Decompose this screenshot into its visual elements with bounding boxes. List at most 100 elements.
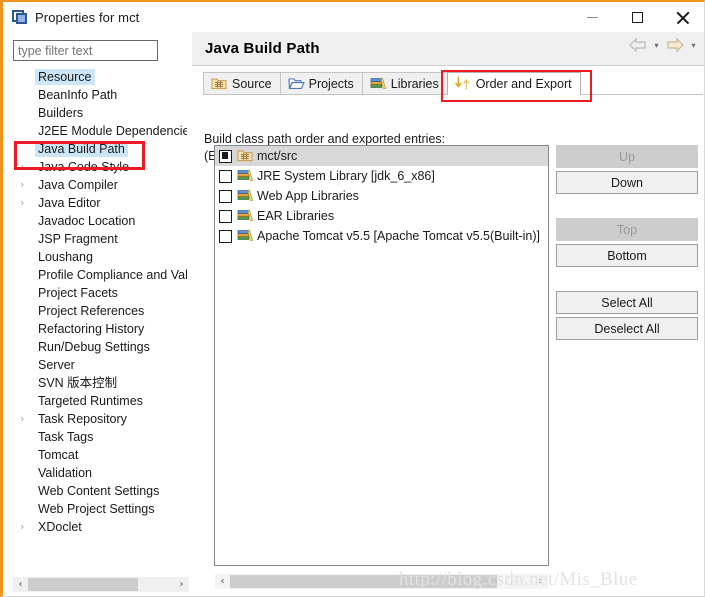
close-icon[interactable]: [660, 2, 704, 32]
package-folder-icon: [211, 76, 227, 92]
select-all-button[interactable]: Select All: [556, 291, 698, 314]
window-title: Properties for mct: [35, 9, 140, 25]
classpath-entry-row[interactable]: Web App Libraries: [215, 186, 548, 206]
tab-projects[interactable]: Projects: [279, 72, 363, 95]
sidebar-item-label: Web Project Settings: [38, 502, 155, 516]
order-buttons-column: Up Down Top Bottom Select All Deselect All: [556, 145, 698, 343]
sidebar-item-builders[interactable]: Builders: [3, 104, 189, 122]
sidebar-item-label: Server: [38, 358, 75, 372]
list-scroll-left-arrow-icon[interactable]: ‹: [215, 574, 230, 589]
sidebar-item-server[interactable]: Server: [3, 356, 189, 374]
chevron-right-icon[interactable]: ›: [20, 179, 31, 191]
order-arrows-icon: [454, 76, 471, 92]
tab-order-and-export[interactable]: Order and Export: [446, 72, 581, 95]
entry-label: mct/src: [257, 149, 298, 163]
deselect-all-button[interactable]: Deselect All: [556, 317, 698, 340]
sidebar-item-label: Targeted Runtimes: [38, 394, 143, 408]
sidebar-item-label: J2EE Module Dependencies: [38, 124, 187, 138]
classpath-entry-row[interactable]: Apache Tomcat v5.5 [Apache Tomcat v5.5(B…: [215, 226, 548, 246]
entry-export-checkbox[interactable]: [219, 189, 232, 203]
sidebar-item-task-repository[interactable]: › Task Repository: [3, 410, 189, 428]
sidebar-item-label: Project Facets: [38, 286, 118, 300]
sidebar-item-profile-compliance-and-validation[interactable]: Profile Compliance and Validation: [3, 266, 189, 284]
sidebar-item-java-compiler[interactable]: › Java Compiler: [3, 176, 189, 194]
sidebar-item-label: Tomcat: [38, 448, 79, 462]
scroll-left-arrow-icon[interactable]: ‹: [13, 577, 28, 592]
sidebar-item-label: SVN 版本控制: [38, 376, 118, 390]
maximize-button[interactable]: [615, 2, 660, 32]
forward-dropdown-caret-icon[interactable]: ▾: [687, 36, 700, 54]
chevron-right-icon[interactable]: ›: [20, 413, 31, 425]
sidebar-item-label: Builders: [38, 106, 84, 120]
chevron-right-icon[interactable]: ›: [20, 161, 31, 173]
sidebar-item-task-tags[interactable]: Task Tags: [3, 428, 189, 446]
settings-sidebar: Resource BeanInfo Path Builders J2EE Module…: [3, 32, 189, 596]
properties-window-icon: [12, 9, 28, 25]
books-icon: [237, 208, 255, 224]
sidebar-item-refactoring-history[interactable]: Refactoring History: [3, 320, 189, 338]
list-scroll-right-arrow-icon[interactable]: ›: [533, 574, 548, 589]
entry-export-checkbox[interactable]: [219, 209, 232, 223]
sidebar-item-jsp-fragment[interactable]: JSP Fragment: [3, 230, 189, 248]
minimize-button[interactable]: [570, 2, 615, 32]
sidebar-item-label: Resource: [35, 69, 95, 85]
sidebar-item-java-build-path[interactable]: Java Build Path: [3, 140, 189, 158]
sidebar-item-j2ee-module-dependencies[interactable]: J2EE Module Dependencies: [3, 122, 189, 140]
sidebar-item-project-facets[interactable]: Project Facets: [3, 284, 189, 302]
tab-source[interactable]: Source: [203, 72, 281, 95]
sidebar-horizontal-scrollbar[interactable]: ‹ ›: [13, 577, 189, 592]
sidebar-item-label: Java Editor: [38, 196, 101, 210]
sidebar-item-web-content-settings[interactable]: Web Content Settings: [3, 482, 189, 500]
bottom-button[interactable]: Bottom: [556, 244, 698, 267]
tab-libraries[interactable]: Libraries: [361, 72, 448, 95]
classpath-entry-row[interactable]: EAR Libraries: [215, 206, 548, 226]
forward-arrow-icon[interactable]: [665, 36, 685, 54]
sidebar-item-label: Task Repository: [38, 412, 127, 426]
list-scrollbar-thumb[interactable]: [230, 575, 497, 588]
sidebar-item-validation[interactable]: Validation: [3, 464, 189, 482]
entry-export-checkbox[interactable]: [219, 229, 232, 243]
sidebar-item-targeted-runtimes[interactable]: Targeted Runtimes: [3, 392, 189, 410]
books-icon: [370, 76, 386, 92]
open-folder-icon: [288, 76, 305, 92]
entry-export-checkbox[interactable]: [219, 169, 232, 183]
title-bar: Properties for mct: [3, 2, 704, 32]
sidebar-item-label: XDoclet: [38, 520, 82, 534]
back-dropdown-caret-icon[interactable]: ▾: [650, 36, 663, 54]
sidebar-item-label: BeanInfo Path: [38, 88, 118, 102]
page-header: Java Build Path ▾ ▾: [192, 32, 704, 65]
sidebar-item-resource[interactable]: Resource: [3, 68, 189, 86]
chevron-right-icon[interactable]: ›: [20, 197, 31, 209]
classpath-entry-row[interactable]: mct/src: [215, 146, 548, 166]
tab-label: Order and Export: [475, 77, 572, 91]
classpath-entries-list[interactable]: mct/src JRE System Library [jdk_6_x86] Web…: [214, 145, 549, 566]
sidebar-item-project-references[interactable]: Project References: [3, 302, 189, 320]
sidebar-item-svn[interactable]: SVN 版本控制: [3, 374, 189, 392]
entry-export-checkbox[interactable]: [219, 149, 232, 163]
sidebar-item-xdoclet[interactable]: › XDoclet: [3, 518, 189, 536]
scroll-right-arrow-icon[interactable]: ›: [174, 577, 189, 592]
scrollbar-thumb[interactable]: [28, 578, 138, 591]
filter-input[interactable]: [13, 40, 158, 61]
back-arrow-icon[interactable]: [628, 36, 648, 54]
books-icon: [237, 168, 255, 184]
classpath-entry-row[interactable]: JRE System Library [jdk_6_x86]: [215, 166, 548, 186]
tab-label: Source: [232, 77, 272, 91]
sidebar-item-loushang[interactable]: Loushang: [3, 248, 189, 266]
sidebar-item-javadoc-location[interactable]: Javadoc Location: [3, 212, 189, 230]
sidebar-item-web-project-settings[interactable]: Web Project Settings: [3, 500, 189, 518]
sidebar-item-label: JSP Fragment: [38, 232, 118, 246]
sidebar-item-run-debug-settings[interactable]: Run/Debug Settings: [3, 338, 189, 356]
list-horizontal-scrollbar[interactable]: ‹ ›: [215, 574, 548, 589]
window-controls: [570, 2, 704, 32]
books-icon: [237, 228, 255, 244]
chevron-right-icon[interactable]: ›: [20, 521, 31, 533]
down-button[interactable]: Down: [556, 171, 698, 194]
sidebar-item-label: Task Tags: [38, 430, 94, 444]
sidebar-item-java-code-style[interactable]: › Java Code Style: [3, 158, 189, 176]
sidebar-item-tomcat[interactable]: Tomcat: [3, 446, 189, 464]
page-navigation-buttons: ▾ ▾: [628, 36, 700, 54]
sidebar-item-java-editor[interactable]: › Java Editor: [3, 194, 189, 212]
sidebar-item-beaninfo-path[interactable]: BeanInfo Path: [3, 86, 189, 104]
tab-label: Libraries: [390, 77, 439, 91]
